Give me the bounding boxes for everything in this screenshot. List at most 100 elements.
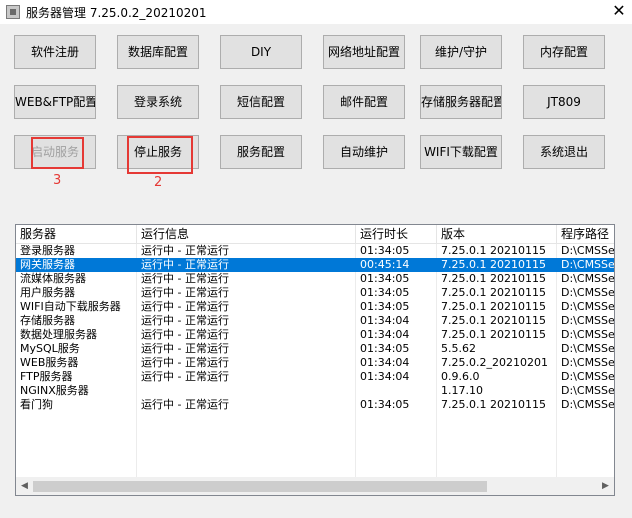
- cell-run-info: 运行中 - 正常运行: [141, 258, 229, 271]
- scroll-right-icon[interactable]: ▶: [597, 478, 614, 495]
- cell-version: 7.25.0.1 20210115: [441, 398, 546, 411]
- cell-version: 5.5.62: [441, 342, 476, 355]
- web-ftp-config-button[interactable]: WEB&FTP配置: [14, 85, 96, 119]
- table-row[interactable]: WIFI自动下载服务器 运行中 - 正常运行 01:34:05 7.25.0.1 20…: [16, 300, 614, 314]
- cell-run-info: 运行中 - 正常运行: [141, 300, 229, 313]
- cell-server: 流媒体服务器: [20, 272, 86, 285]
- auto-maintenance-button[interactable]: 自动维护: [323, 135, 405, 169]
- maintenance-guard-button[interactable]: 维护/守护: [420, 35, 502, 69]
- window-title: 服务器管理 7.25.0.2_20210201: [26, 6, 207, 20]
- cell-path: D:\CMSServ: [561, 384, 615, 397]
- cell-server: 数据处理服务器: [20, 328, 97, 341]
- table-row[interactable]: WEB服务器 运行中 - 正常运行 01:34:04 7.25.0.2_2021020…: [16, 356, 614, 370]
- cell-run-info: 运行中 - 正常运行: [141, 342, 229, 355]
- table-row[interactable]: 用户服务器 运行中 - 正常运行 01:34:05 7.25.0.1 20210115…: [16, 286, 614, 300]
- mail-config-button[interactable]: 邮件配置: [323, 85, 405, 119]
- cell-uptime: 00:45:14: [360, 258, 410, 271]
- highlight-start-service: [31, 137, 84, 169]
- cell-path: D:\CMSServ: [561, 356, 615, 369]
- cell-run-info: 运行中 - 正常运行: [141, 286, 229, 299]
- cell-version: 7.25.0.1 20210115: [441, 272, 546, 285]
- table-row[interactable]: MySQL服务 运行中 - 正常运行 01:34:05 5.5.62 D:\CMSSer…: [16, 342, 614, 356]
- header-col-version[interactable]: 版本: [437, 225, 557, 244]
- scroll-left-icon[interactable]: ◀: [16, 478, 33, 495]
- cell-server: 用户服务器: [20, 286, 75, 299]
- cell-uptime: 01:34:04: [360, 314, 410, 327]
- cell-server: 看门狗: [20, 398, 53, 411]
- cell-path: D:\CMSServ: [561, 342, 615, 355]
- table-row[interactable]: NGINX服务器 1.17.10 D:\CMSServ: [16, 384, 614, 398]
- cell-uptime: 01:34:04: [360, 356, 410, 369]
- cell-path: D:\CMSServ: [561, 328, 615, 341]
- database-config-button[interactable]: 数据库配置: [117, 35, 199, 69]
- table-row[interactable]: 看门狗 运行中 - 正常运行 01:34:05 7.25.0.1 20210115 D:…: [16, 398, 614, 412]
- cell-path: D:\CMSServ: [561, 314, 615, 327]
- network-address-config-button[interactable]: 网络地址配置: [323, 35, 405, 69]
- login-system-button[interactable]: 登录系统: [117, 85, 199, 119]
- table-row[interactable]: 数据处理服务器 运行中 - 正常运行 01:34:04 7.25.0.1 202101…: [16, 328, 614, 342]
- cell-path: D:\CMSServ: [561, 272, 615, 285]
- memory-config-button[interactable]: 内存配置: [523, 35, 605, 69]
- cell-version: 1.17.10: [441, 384, 483, 397]
- cell-run-info: 运行中 - 正常运行: [141, 314, 229, 327]
- annotation-3: 3: [53, 173, 62, 188]
- cell-uptime: 01:34:05: [360, 286, 410, 299]
- jt809-button[interactable]: JT809: [523, 85, 605, 119]
- table-row[interactable]: 网关服务器 运行中 - 正常运行 00:45:14 7.25.0.1 20210115…: [16, 258, 614, 272]
- annotation-2: 2: [154, 175, 163, 190]
- cell-uptime: 01:34:05: [360, 272, 410, 285]
- cell-server: WEB服务器: [20, 356, 79, 369]
- cell-server: 登录服务器: [20, 244, 75, 257]
- service-config-button[interactable]: 服务配置: [220, 135, 302, 169]
- cell-version: 7.25.0.1 20210115: [441, 328, 546, 341]
- scroll-thumb[interactable]: [33, 481, 487, 492]
- software-register-button[interactable]: 软件注册: [14, 35, 96, 69]
- cell-uptime: 01:34:05: [360, 300, 410, 313]
- cell-version: 0.9.6.0: [441, 370, 480, 383]
- cell-version: 7.25.0.1 20210115: [441, 314, 546, 327]
- header-col-uptime[interactable]: 运行时长: [356, 225, 437, 244]
- server-list[interactable]: 服务器 运行信息 运行时长 版本 程序路径 登录服务器运行中 - 正常运行 01:34:0…: [15, 224, 615, 496]
- horizontal-scrollbar[interactable]: ◀ ▶: [16, 477, 614, 495]
- diy-button[interactable]: DIY: [220, 35, 302, 69]
- cell-run-info: 运行中 - 正常运行: [141, 328, 229, 341]
- cell-run-info: 运行中 - 正常运行: [141, 356, 229, 369]
- cell-version: 7.25.0.1 20210115: [441, 244, 546, 257]
- table-row[interactable]: FTP服务器 运行中 - 正常运行 01:34:04 0.9.6.0 D:\CMSSer…: [16, 370, 614, 384]
- cell-server: WIFI自动下载服务器: [20, 300, 121, 313]
- cell-path: D:\CMSServ: [561, 398, 615, 411]
- cell-run-info: 运行中 - 正常运行: [141, 272, 229, 285]
- cell-server: 网关服务器: [20, 258, 75, 271]
- cell-version: 7.25.0.2_20210201: [441, 356, 548, 369]
- cell-version: 7.25.0.1 20210115: [441, 300, 546, 313]
- table-row[interactable]: 登录服务器 运行中 - 正常运行 01:34:05 7.25.0.1 20210115…: [16, 244, 614, 258]
- cell-uptime: [356, 384, 437, 398]
- system-exit-button[interactable]: 系统退出: [523, 135, 605, 169]
- app-icon: [6, 5, 20, 19]
- title-bar: 服务器管理 7.25.0.2_20210201 ✕: [0, 0, 632, 24]
- cell-server: MySQL服务: [20, 342, 80, 355]
- cell-server: 存储服务器: [20, 314, 75, 327]
- cell-run-info: 运行中 - 正常运行: [141, 398, 229, 411]
- cell-path: D:\CMSServ: [561, 258, 615, 271]
- cell-path: D:\CMSServ: [561, 286, 615, 299]
- cell-path: D:\CMSServ: [561, 244, 615, 257]
- header-col-path[interactable]: 程序路径: [557, 225, 614, 244]
- wifi-download-config-button[interactable]: WIFI下载配置: [420, 135, 502, 169]
- highlight-stop-service: [127, 136, 193, 174]
- close-button[interactable]: ✕: [606, 0, 632, 24]
- cell-uptime: 01:34:05: [360, 244, 410, 257]
- cell-path: D:\CMSServ: [561, 300, 615, 313]
- header-col-server[interactable]: 服务器: [16, 225, 137, 244]
- table-row[interactable]: 存储服务器 运行中 - 正常运行 01:34:04 7.25.0.1 20210115…: [16, 314, 614, 328]
- storage-server-config-button[interactable]: 存储服务器配置: [420, 85, 502, 119]
- sms-config-button[interactable]: 短信配置: [220, 85, 302, 119]
- cell-uptime: 01:34:05: [360, 398, 410, 411]
- cell-path: D:\CMSServ: [561, 370, 615, 383]
- cell-uptime: 01:34:05: [360, 342, 410, 355]
- table-row[interactable]: 流媒体服务器 运行中 - 正常运行 01:34:05 7.25.0.1 2021011…: [16, 272, 614, 286]
- header-col-run-info[interactable]: 运行信息: [137, 225, 356, 244]
- cell-uptime: 01:34:04: [360, 370, 410, 383]
- cell-run-info: [137, 384, 356, 398]
- cell-version: 7.25.0.1 20210115: [441, 286, 546, 299]
